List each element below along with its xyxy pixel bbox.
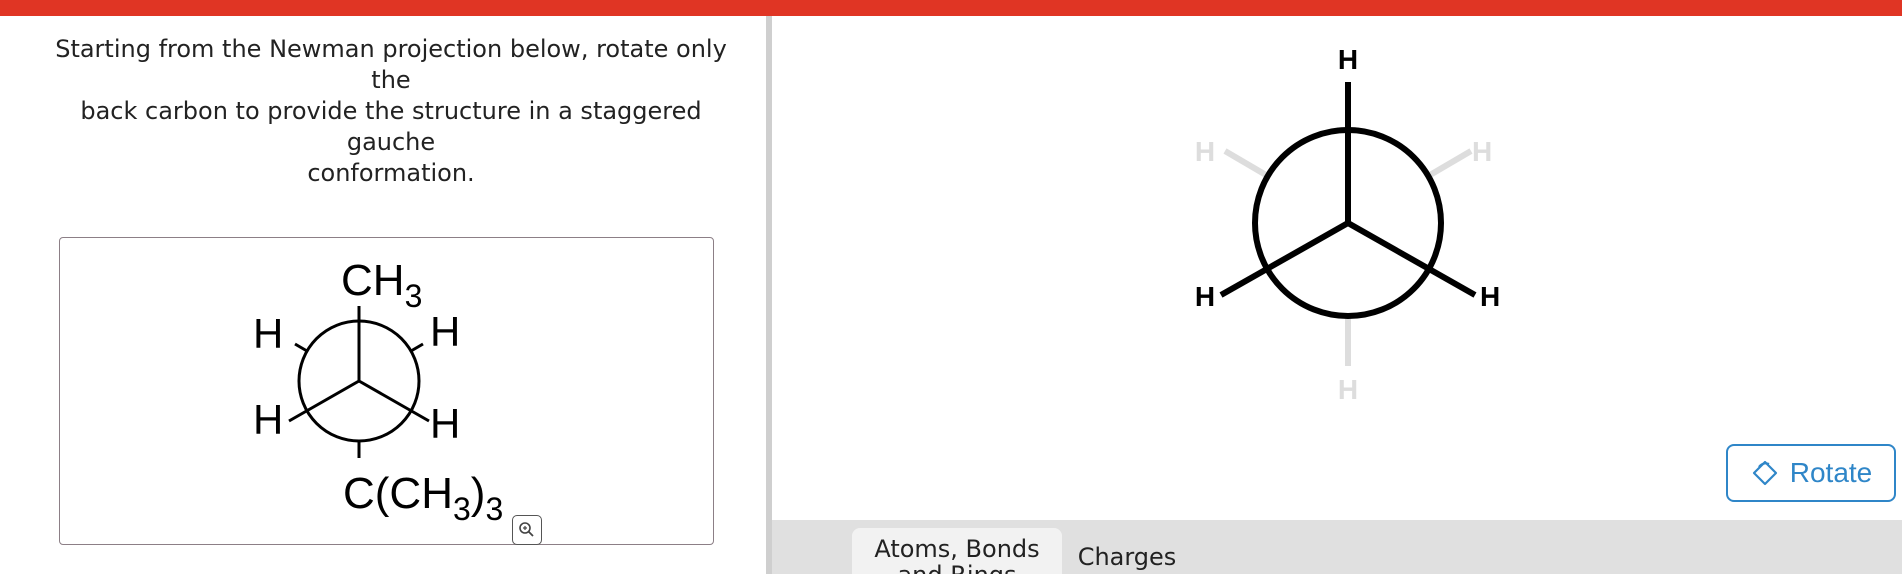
back-bond-upper-left[interactable] (1223, 148, 1268, 178)
zoom-button[interactable] (512, 515, 542, 545)
magnifier-zoom-icon (519, 522, 534, 537)
front-lower-right-h: H (430, 400, 460, 447)
rotate-button-label: Rotate (1789, 457, 1873, 488)
back-upper-right-h: H (430, 308, 460, 355)
front-lower-left-h[interactable]: H (1195, 281, 1215, 312)
back-bond-upper-right[interactable] (1428, 148, 1473, 178)
back-upper-left-h: H (253, 310, 283, 357)
top-accent-bar (0, 0, 1902, 16)
front-top-substituent: CH3 (341, 256, 422, 314)
back-upper-right-h[interactable]: H (1472, 136, 1492, 167)
back-bond-upper-left (294, 342, 308, 353)
prompt-line: conformation. (307, 159, 475, 187)
given-newman-projection: CH3 H H H H C(CH3)3 (253, 256, 503, 527)
tab-charges[interactable]: Charges (1072, 528, 1182, 574)
rotate-button[interactable]: Rotate (1726, 444, 1896, 502)
given-structure-box: CH3 H H H H C(CH3)3 (59, 237, 714, 545)
front-bond-lower-right[interactable] (1346, 220, 1477, 298)
back-bond-upper-right (410, 342, 424, 353)
back-bottom-substituent: C(CH3)3 (343, 469, 503, 527)
front-lower-right-h[interactable]: H (1480, 281, 1500, 312)
prompt-line: back carbon to provide the structure in … (80, 97, 702, 156)
rotate-icon (1752, 460, 1777, 486)
back-bottom-h[interactable]: H (1338, 374, 1358, 405)
front-bond-lower-left[interactable] (1219, 220, 1350, 298)
front-top-h[interactable]: H (1338, 44, 1358, 75)
bottom-toolbar: Atoms, Bonds and Rings Charges (772, 520, 1902, 574)
back-upper-left-h[interactable]: H (1195, 136, 1215, 167)
front-lower-left-h: H (253, 396, 283, 443)
prompt-line: Starting from the Newman projection belo… (55, 35, 727, 94)
question-prompt: Starting from the Newman projection belo… (46, 34, 736, 189)
tab-atoms-bonds-rings[interactable]: Atoms, Bonds and Rings (852, 528, 1062, 574)
